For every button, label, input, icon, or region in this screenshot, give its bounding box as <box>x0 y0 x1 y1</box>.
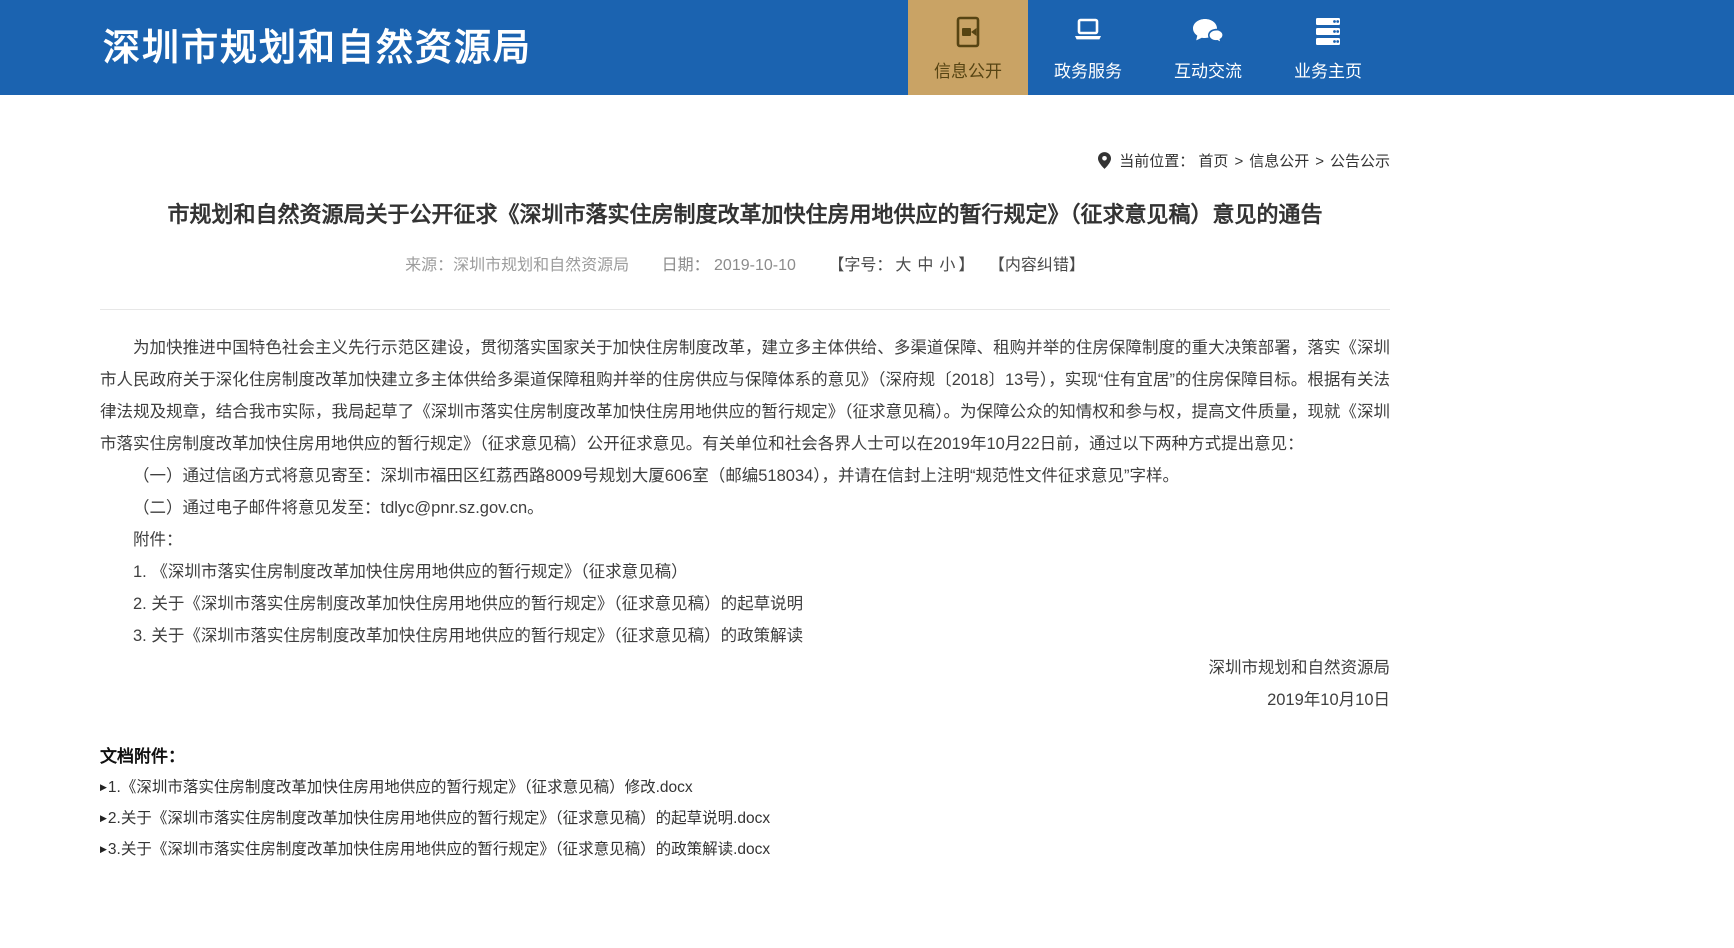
article-date: 日期： 2019-10-10 <box>662 257 796 274</box>
tab-label: 信息公开 <box>934 57 1002 82</box>
article-meta: 来源：深圳市规划和自然资源局 日期： 2019-10-10 【字号：大中小】 【… <box>100 255 1390 277</box>
breadcrumb-announcements[interactable]: 公告公示 <box>1330 153 1390 170</box>
breadcrumb-separator: > <box>1234 153 1243 170</box>
font-size-large-button[interactable]: 大 <box>895 257 911 274</box>
tab-business-home[interactable]: 业务主页 <box>1268 0 1388 95</box>
attachments-label: 附件： <box>100 524 1390 556</box>
tab-label: 互动交流 <box>1174 57 1242 82</box>
doc-file-name: 3.关于《深圳市落实住房制度改革加快住房用地供应的暂行规定》（征求意见稿）的政策… <box>108 841 770 858</box>
doc-file-name: 2.关于《深圳市落实住房制度改革加快住房用地供应的暂行规定》（征求意见稿）的起草… <box>108 810 770 827</box>
article-body: 为加快推进中国特色社会主义先行示范区建设，贯彻落实国家关于加快住房制度改革，建立… <box>100 309 1390 716</box>
page-content: 当前位置： 首页 > 信息公开 > 公告公示 市规划和自然资源局关于公开征求《深圳市落实… <box>100 152 1390 865</box>
server-stack-icon <box>1310 14 1346 50</box>
tab-interaction[interactable]: 互动交流 <box>1148 0 1268 95</box>
breadcrumb-info-disclosure[interactable]: 信息公开 <box>1249 153 1309 170</box>
article-title: 市规划和自然资源局关于公开征求《深圳市落实住房制度改革加快住房用地供应的暂行规定… <box>100 200 1390 230</box>
document-video-icon <box>951 14 985 50</box>
font-size-label: 【字号： <box>828 257 892 274</box>
signature-agency: 深圳市规划和自然资源局 <box>100 652 1390 684</box>
doc-file-link[interactable]: ▶3.关于《深圳市落实住房制度改革加快住房用地供应的暂行规定》（征求意见稿）的政… <box>100 834 1390 865</box>
font-size-label-close: 】 <box>958 257 974 274</box>
breadcrumb-home[interactable]: 首页 <box>1198 153 1228 170</box>
chat-bubbles-icon <box>1189 14 1227 50</box>
paragraph-intro: 为加快推进中国特色社会主义先行示范区建设，贯彻落实国家关于加快住房制度改革，建立… <box>100 332 1390 460</box>
tab-gov-services[interactable]: 政务服务 <box>1028 0 1148 95</box>
tab-label: 业务主页 <box>1294 57 1362 82</box>
file-marker-icon: ▶ <box>100 782 107 792</box>
breadcrumb-label: 当前位置： <box>1119 153 1194 170</box>
breadcrumb: 当前位置： 首页 > 信息公开 > 公告公示 <box>100 152 1390 172</box>
doc-file-link[interactable]: ▶1.《深圳市落实住房制度改革加快住房用地供应的暂行规定》（征求意见稿）修改.d… <box>100 772 1390 803</box>
font-size-medium-button[interactable]: 中 <box>917 257 933 274</box>
laptop-icon <box>1070 14 1106 50</box>
attachment-item: 1. 《深圳市落实住房制度改革加快住房用地供应的暂行规定》（征求意见稿） <box>100 556 1390 588</box>
location-pin-icon <box>1098 152 1111 175</box>
font-size-control: 【字号：大中小】 <box>828 257 974 274</box>
document-attachments-label: 文档附件： <box>100 742 1390 772</box>
breadcrumb-separator: > <box>1315 153 1324 170</box>
doc-file-name: 1.《深圳市落实住房制度改革加快住房用地供应的暂行规定》（征求意见稿）修改.do… <box>108 779 693 796</box>
paragraph-method-mail: （一）通过信函方式将意见寄至：深圳市福田区红荔西路8009号规划大厦606室（邮… <box>100 460 1390 492</box>
site-header: 深圳市规划和自然资源局 信息公开 政务服务 <box>0 0 1734 95</box>
signature-date: 2019年10月10日 <box>100 684 1390 716</box>
doc-file-link[interactable]: ▶2.关于《深圳市落实住房制度改革加快住房用地供应的暂行规定》（征求意见稿）的起… <box>100 803 1390 834</box>
font-size-small-button[interactable]: 小 <box>939 257 955 274</box>
tab-info-disclosure[interactable]: 信息公开 <box>908 0 1028 95</box>
paragraph-method-email: （二）通过电子邮件将意见发至：tdlyc@pnr.sz.gov.cn。 <box>100 492 1390 524</box>
tab-label: 政务服务 <box>1054 57 1122 82</box>
file-marker-icon: ▶ <box>100 813 107 823</box>
file-marker-icon: ▶ <box>100 844 107 854</box>
article-source: 来源：深圳市规划和自然资源局 <box>405 257 629 274</box>
site-title: 深圳市规划和自然资源局 <box>103 0 532 95</box>
document-attachments-section: 文档附件： ▶1.《深圳市落实住房制度改革加快住房用地供应的暂行规定》（征求意见… <box>100 742 1390 865</box>
attachment-item: 2. 关于《深圳市落实住房制度改革加快住房用地供应的暂行规定》（征求意见稿）的起… <box>100 588 1390 620</box>
content-correction-button[interactable]: 【内容纠错】 <box>989 257 1085 274</box>
attachment-item: 3. 关于《深圳市落实住房制度改革加快住房用地供应的暂行规定》（征求意见稿）的政… <box>100 620 1390 652</box>
main-nav: 信息公开 政务服务 互动交流 <box>908 0 1388 95</box>
